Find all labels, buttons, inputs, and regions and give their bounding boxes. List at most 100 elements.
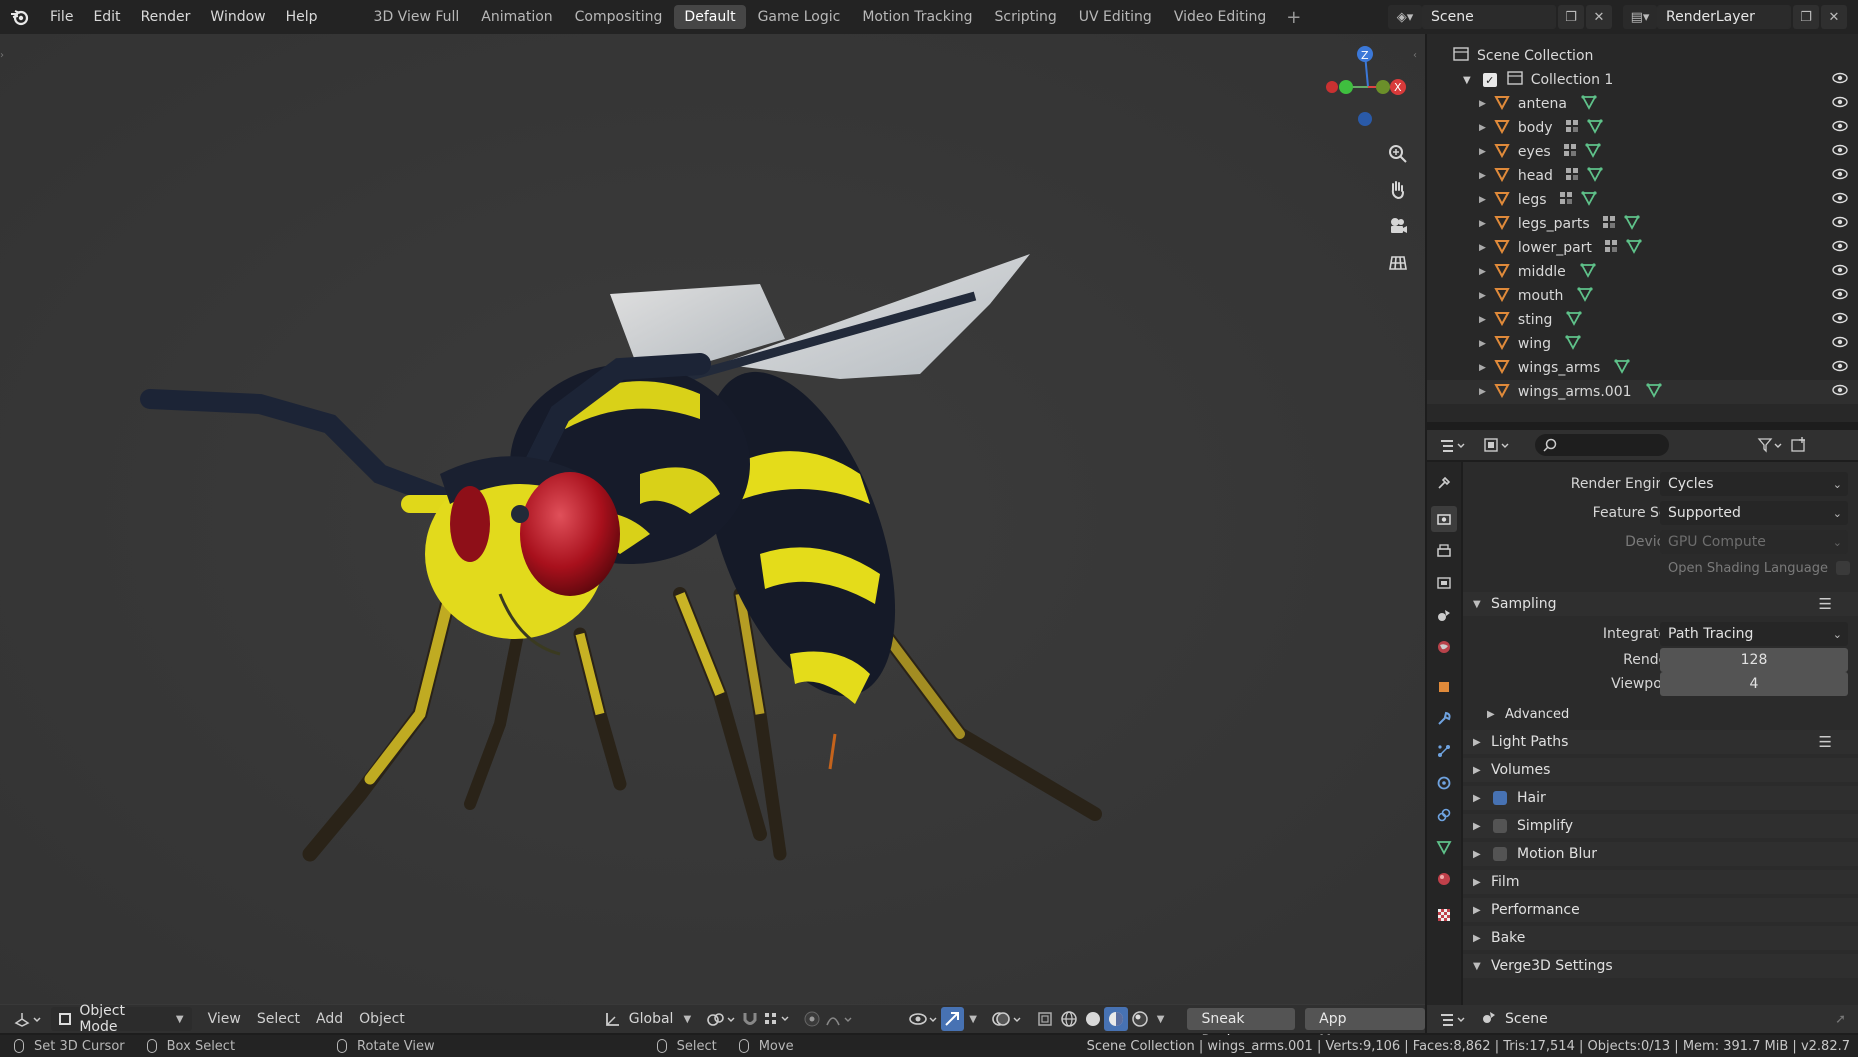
collapsed-arrow-icon[interactable]: ▶ <box>1479 99 1486 109</box>
new-collection-icon[interactable] <box>1787 433 1811 457</box>
viewport-samples-field[interactable]: 4 <box>1660 672 1848 696</box>
camera-icon[interactable] <box>1382 210 1414 242</box>
modifier-icon[interactable] <box>1604 239 1618 257</box>
mesh-data-icon[interactable] <box>1565 334 1581 354</box>
eye-icon[interactable] <box>1832 288 1848 304</box>
view-layer-icon[interactable]: ▤▾ <box>1623 5 1657 29</box>
motion-blur-panel-header[interactable]: ▶ Motion Blur <box>1463 842 1858 866</box>
sneak-peek-button[interactable]: Sneak Peek <box>1187 1008 1296 1049</box>
presets-list-icon[interactable]: ☰ <box>1819 595 1832 613</box>
outliner-object-row[interactable]: ▶ lower_part <box>1427 236 1858 260</box>
outliner-object-row[interactable]: ▶ head <box>1427 164 1858 188</box>
tab-motion-tracking[interactable]: Motion Tracking <box>852 5 982 29</box>
mesh-data-icon[interactable] <box>1586 118 1603 138</box>
footer-editor-type-icon[interactable] <box>1437 1007 1471 1031</box>
pivot-point-icon[interactable] <box>705 1007 739 1031</box>
sidebar-toggle-icon[interactable]: ‹ <box>1413 50 1421 70</box>
toolbar-toggle-icon[interactable]: › <box>0 50 8 70</box>
texture-tab-icon[interactable] <box>1431 902 1457 928</box>
simplify-panel-header[interactable]: ▶ Simplify <box>1463 814 1858 838</box>
motion-blur-checkbox[interactable] <box>1493 847 1507 861</box>
object-tab-icon[interactable] <box>1431 674 1457 700</box>
outliner-object-row[interactable]: ▶ wings_arms <box>1427 356 1858 380</box>
collapsed-arrow-icon[interactable]: ▶ <box>1479 123 1486 133</box>
blender-logo-icon[interactable] <box>0 8 40 26</box>
data-tab-icon[interactable] <box>1431 834 1457 860</box>
simplify-checkbox[interactable] <box>1493 819 1507 833</box>
render-samples-field[interactable]: 128 <box>1660 648 1848 672</box>
outliner-object-row[interactable]: ▶ eyes <box>1427 140 1858 164</box>
perspective-grid-icon[interactable] <box>1382 246 1414 278</box>
mesh-data-icon[interactable] <box>1581 190 1597 210</box>
shading-options-chevron-icon[interactable]: ▼ <box>1152 1007 1170 1031</box>
mesh-data-icon[interactable] <box>1645 382 1662 402</box>
app-manager-button[interactable]: App Manager <box>1305 1008 1425 1049</box>
delete-scene-icon[interactable]: ✕ <box>1586 5 1612 29</box>
eye-icon[interactable] <box>1832 360 1848 376</box>
view-menu[interactable]: View <box>200 1007 249 1031</box>
tab-default[interactable]: Default <box>674 5 746 29</box>
xray-toggle-icon[interactable] <box>1033 1007 1057 1031</box>
outliner-object-row[interactable]: ▶ mouth <box>1427 284 1858 308</box>
eye-icon[interactable] <box>1832 144 1848 160</box>
overlay-toggle-icon[interactable] <box>990 1007 1025 1031</box>
constraints-tab-icon[interactable] <box>1431 802 1457 828</box>
scene-type-icon[interactable]: ◈▾ <box>1388 5 1422 29</box>
verge3d-panel-header[interactable]: ▼ Verge3D Settings <box>1463 954 1858 978</box>
material-preview-shading-icon[interactable] <box>1104 1007 1129 1031</box>
collapsed-arrow-icon[interactable]: ▶ <box>1479 291 1486 301</box>
tool-tab-icon[interactable] <box>1431 470 1457 496</box>
outliner-object-row[interactable]: ▶ legs_parts <box>1427 212 1858 236</box>
eye-icon[interactable] <box>1832 168 1848 184</box>
output-tab-icon[interactable] <box>1431 538 1457 564</box>
particles-tab-icon[interactable] <box>1431 738 1457 764</box>
snap-magnet-icon[interactable] <box>739 1007 763 1031</box>
world-tab-icon[interactable] <box>1431 634 1457 660</box>
filter-icon[interactable] <box>1755 433 1787 457</box>
hair-checkbox[interactable] <box>1493 791 1507 805</box>
osl-checkbox[interactable] <box>1836 561 1850 575</box>
new-scene-icon[interactable]: ❐ <box>1558 5 1584 29</box>
transform-orientation-dropdown[interactable]: Global ▼ <box>603 1010 691 1028</box>
menu-render[interactable]: Render <box>131 2 201 32</box>
properties-search-input[interactable] <box>1535 434 1669 456</box>
volumes-panel-header[interactable]: ▶ Volumes <box>1463 758 1858 782</box>
collection-row[interactable]: ▼ ✓ Collection 1 <box>1427 68 1858 92</box>
wireframe-shading-icon[interactable] <box>1057 1007 1081 1031</box>
physics-tab-icon[interactable] <box>1431 770 1457 796</box>
properties-editor-type-icon[interactable] <box>1437 433 1471 457</box>
tab-video-editing[interactable]: Video Editing <box>1164 5 1276 29</box>
object-mode-dropdown[interactable]: Object Mode ▼ <box>51 1003 192 1035</box>
menu-file[interactable]: File <box>40 2 83 32</box>
modifier-icon[interactable] <box>1565 119 1579 137</box>
add-workspace-button[interactable]: + <box>1278 7 1309 28</box>
presets-list-icon[interactable]: ☰ <box>1819 733 1832 751</box>
outliner-object-row[interactable]: ▶ wing <box>1427 332 1858 356</box>
collapsed-arrow-icon[interactable]: ▶ <box>1479 219 1486 229</box>
collection-checkbox-icon[interactable]: ✓ <box>1482 73 1497 87</box>
editor-type-icon[interactable] <box>10 1007 45 1031</box>
outliner-object-row[interactable]: ▶ antena <box>1427 92 1858 116</box>
collapsed-arrow-icon[interactable]: ▶ <box>1479 339 1486 349</box>
tab-compositing[interactable]: Compositing <box>565 5 673 29</box>
integrator-dropdown[interactable]: Path Tracing ⌄ <box>1660 622 1848 646</box>
menu-edit[interactable]: Edit <box>83 2 130 32</box>
gizmo-toggle-icon[interactable] <box>940 1007 965 1031</box>
tab-3d-view-full[interactable]: 3D View Full <box>364 5 470 29</box>
mesh-data-icon[interactable] <box>1585 142 1601 162</box>
tab-uv-editing[interactable]: UV Editing <box>1069 5 1162 29</box>
eye-icon[interactable] <box>1832 312 1848 328</box>
select-menu[interactable]: Select <box>249 1007 308 1031</box>
collapsed-arrow-icon[interactable]: ▶ <box>1479 363 1486 373</box>
view-layer-tab-icon[interactable] <box>1431 570 1457 596</box>
eye-icon[interactable] <box>1832 120 1848 136</box>
menu-help[interactable]: Help <box>276 2 328 32</box>
render-tab-icon[interactable] <box>1431 506 1457 532</box>
material-tab-icon[interactable] <box>1431 866 1457 892</box>
tab-animation[interactable]: Animation <box>471 5 562 29</box>
mesh-data-icon[interactable] <box>1614 358 1630 378</box>
performance-panel-header[interactable]: ▶ Performance <box>1463 898 1858 922</box>
collapsed-arrow-icon[interactable]: ▶ <box>1479 195 1486 205</box>
menu-window[interactable]: Window <box>200 2 275 32</box>
eye-icon[interactable] <box>1832 384 1848 400</box>
